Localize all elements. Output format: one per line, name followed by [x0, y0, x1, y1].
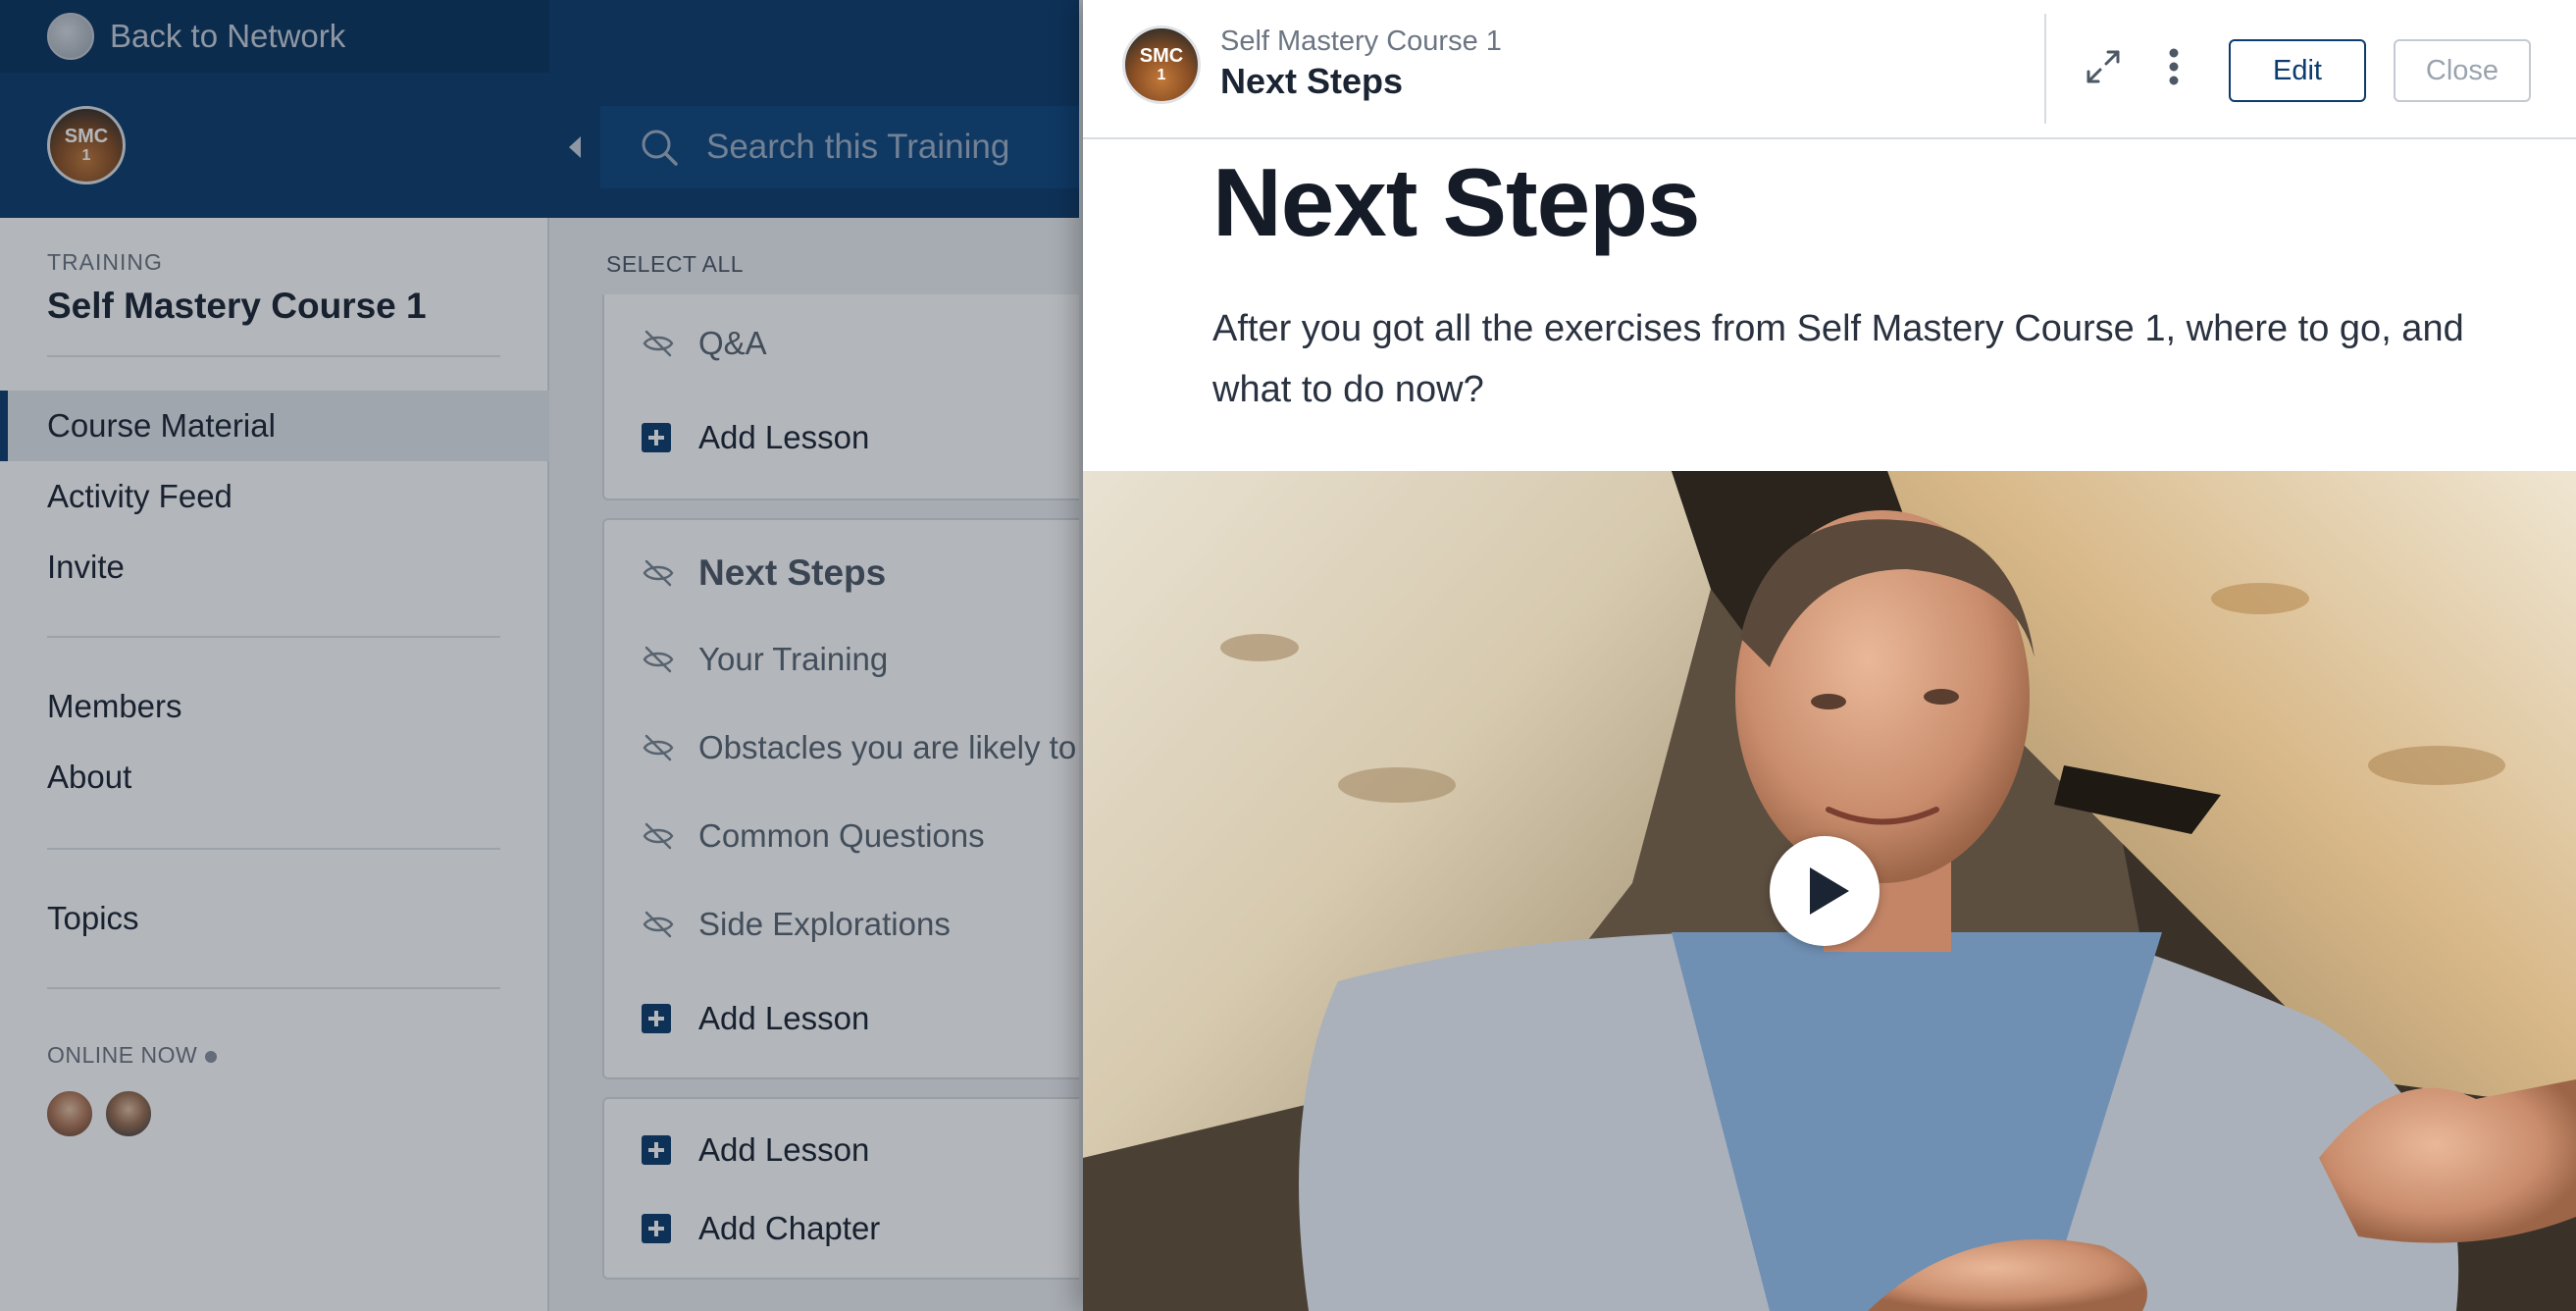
- sidebar-item-label: About: [47, 759, 132, 795]
- plus-icon: [642, 1004, 671, 1033]
- expand-icon: [2087, 50, 2120, 83]
- online-user-avatar[interactable]: [104, 1089, 153, 1138]
- chapter-card: Q&A Add Lesson: [602, 294, 1079, 500]
- lesson-heading: Next Steps: [1212, 148, 1701, 256]
- lesson-row[interactable]: Obstacles you are likely to: [642, 718, 1076, 777]
- chevron-left-icon: [569, 136, 581, 158]
- sidebar-item-invite[interactable]: Invite: [0, 532, 549, 603]
- plus-icon: [642, 1135, 671, 1165]
- sidebar-item-about[interactable]: About: [0, 742, 549, 813]
- lesson-video[interactable]: [1083, 471, 2576, 1311]
- back-to-network-link[interactable]: Back to Network: [0, 0, 549, 73]
- header-divider: [2044, 14, 2046, 124]
- sidebar-item-activity-feed[interactable]: Activity Feed: [0, 461, 549, 532]
- course-avatar-text: SMC: [64, 126, 109, 147]
- eye-off-icon: [643, 734, 674, 761]
- add-chapter-label: Add Chapter: [698, 1210, 881, 1246]
- expand-button[interactable]: [2074, 37, 2133, 96]
- online-now-text: ONLINE NOW: [47, 1042, 198, 1068]
- more-options-button[interactable]: [2152, 37, 2195, 96]
- search-icon: [642, 130, 678, 166]
- eye-off-icon: [643, 911, 674, 938]
- more-vertical-icon: [2169, 48, 2179, 85]
- lesson-list-column: SELECT ALL Q&A Add Lesson Next Steps: [549, 0, 1079, 1311]
- sidebar-divider: [47, 355, 500, 357]
- add-lesson-button[interactable]: Add Lesson: [642, 408, 869, 467]
- online-status-dot: [205, 1050, 218, 1063]
- sidebar-divider: [47, 987, 500, 989]
- sidebar-item-members[interactable]: Members: [0, 671, 549, 742]
- eye-off-icon: [643, 822, 674, 850]
- collapse-sidebar-button[interactable]: [549, 108, 600, 186]
- select-all-link[interactable]: SELECT ALL: [606, 251, 744, 278]
- left-sidebar: Back to Network SMC 1 TRAINING Self Mast…: [0, 0, 549, 1311]
- eye-off-icon: [643, 646, 674, 673]
- sidebar-item-label: Invite: [47, 549, 125, 585]
- chapter-card: Add Lesson Add Chapter: [602, 1097, 1079, 1280]
- eye-off-icon: [643, 559, 674, 587]
- sidebar-item-label: Course Material: [47, 407, 276, 444]
- play-button[interactable]: [1770, 836, 1880, 946]
- back-to-network-label: Back to Network: [110, 18, 346, 54]
- plus-icon: [642, 423, 671, 452]
- add-lesson-label: Add Lesson: [698, 419, 870, 455]
- panel-title: Next Steps: [1220, 61, 1404, 101]
- search-box[interactable]: [600, 106, 1079, 188]
- play-icon: [1810, 867, 1849, 915]
- sidebar-item-label: Members: [47, 688, 182, 724]
- lesson-title: Q&A: [698, 325, 767, 361]
- chapter-row-next-steps[interactable]: Next Steps: [642, 544, 886, 603]
- search-input[interactable]: [704, 127, 1077, 168]
- sidebar-top-bar: Back to Network SMC 1: [0, 0, 549, 218]
- lesson-row[interactable]: Common Questions: [642, 807, 985, 865]
- add-chapter-button[interactable]: Add Chapter: [642, 1199, 880, 1258]
- sidebar-item-label: Activity Feed: [47, 478, 232, 514]
- course-avatar-sub: 1: [1157, 67, 1166, 83]
- add-lesson-button[interactable]: Add Lesson: [642, 989, 869, 1048]
- lesson-row[interactable]: Your Training: [642, 630, 888, 689]
- lesson-title: Side Explorations: [698, 906, 951, 942]
- lesson-list-top-bar: [549, 0, 1079, 218]
- lesson-title: Your Training: [698, 641, 889, 677]
- online-now-label: ONLINE NOW: [47, 1042, 218, 1069]
- chapter-title: Next Steps: [698, 552, 887, 593]
- course-avatar[interactable]: SMC 1: [47, 106, 126, 184]
- lesson-panel-header: SMC 1 Self Mastery Course 1 Next Steps E…: [1083, 0, 2576, 139]
- sidebar-divider: [47, 636, 500, 638]
- edit-button[interactable]: Edit: [2229, 39, 2366, 102]
- lesson-description: After you got all the exercises from Sel…: [1212, 308, 2464, 410]
- breadcrumb[interactable]: Self Mastery Course 1: [1220, 26, 1502, 58]
- chapter-card: Next Steps Your Training Obstacles you a…: [602, 518, 1079, 1079]
- sidebar-item-course-material[interactable]: Course Material: [0, 391, 549, 461]
- lesson-title: Obstacles you are likely to: [698, 729, 1077, 765]
- plus-icon: [642, 1214, 671, 1243]
- training-eyebrow: TRAINING: [47, 249, 163, 275]
- add-lesson-label: Add Lesson: [698, 1131, 870, 1168]
- course-avatar-sub: 1: [81, 147, 91, 164]
- lesson-panel: SMC 1 Self Mastery Course 1 Next Steps E…: [1083, 0, 2576, 1311]
- add-lesson-label: Add Lesson: [698, 1000, 870, 1036]
- lesson-row-qa[interactable]: Q&A: [642, 314, 767, 373]
- add-lesson-button[interactable]: Add Lesson: [642, 1121, 869, 1180]
- lesson-title: Common Questions: [698, 817, 985, 854]
- eye-off-icon: [643, 330, 674, 357]
- network-logo-icon: [47, 13, 94, 60]
- lesson-row[interactable]: Side Explorations: [642, 895, 951, 954]
- course-avatar: SMC 1: [1122, 26, 1201, 104]
- course-avatar-text: SMC: [1139, 45, 1184, 67]
- sidebar-item-label: Topics: [47, 900, 139, 936]
- online-user-avatar[interactable]: [45, 1089, 94, 1138]
- training-header: TRAINING Self Mastery Course 1: [47, 249, 500, 327]
- training-title: Self Mastery Course 1: [47, 286, 427, 326]
- sidebar-divider: [47, 848, 500, 850]
- sidebar-item-topics[interactable]: Topics: [0, 883, 549, 954]
- close-button[interactable]: Close: [2394, 39, 2531, 102]
